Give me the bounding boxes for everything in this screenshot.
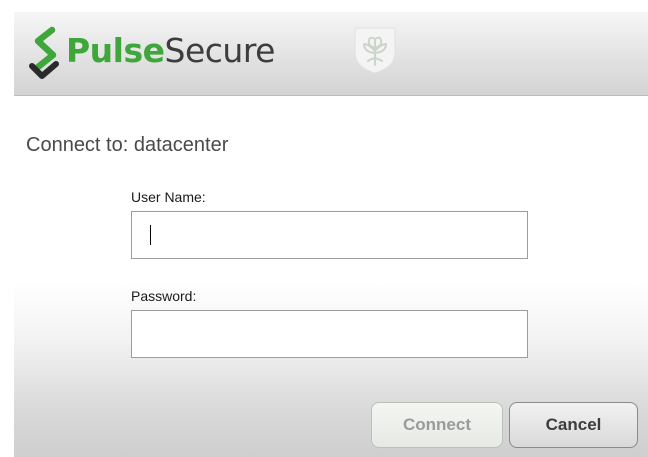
brand-name: PulseSecure <box>66 29 275 73</box>
brand-pulse: Pulse <box>66 31 165 70</box>
password-label: Password: <box>131 288 197 304</box>
cancel-button[interactable]: Cancel <box>509 402 638 448</box>
login-dialog: PulseSecure Connect to: datacenter User … <box>14 12 648 457</box>
connect-to-label: Connect to: datacenter <box>26 134 229 156</box>
leaf-shield-icon <box>354 27 396 74</box>
password-input[interactable] <box>131 310 528 358</box>
text-cursor <box>150 225 151 245</box>
username-input[interactable] <box>131 211 528 259</box>
pulse-secure-logo-icon <box>29 26 59 79</box>
header-bar: PulseSecure <box>14 12 648 96</box>
connect-button[interactable]: Connect <box>371 402 503 448</box>
username-label: User Name: <box>131 189 206 205</box>
brand-secure: Secure <box>164 31 276 70</box>
